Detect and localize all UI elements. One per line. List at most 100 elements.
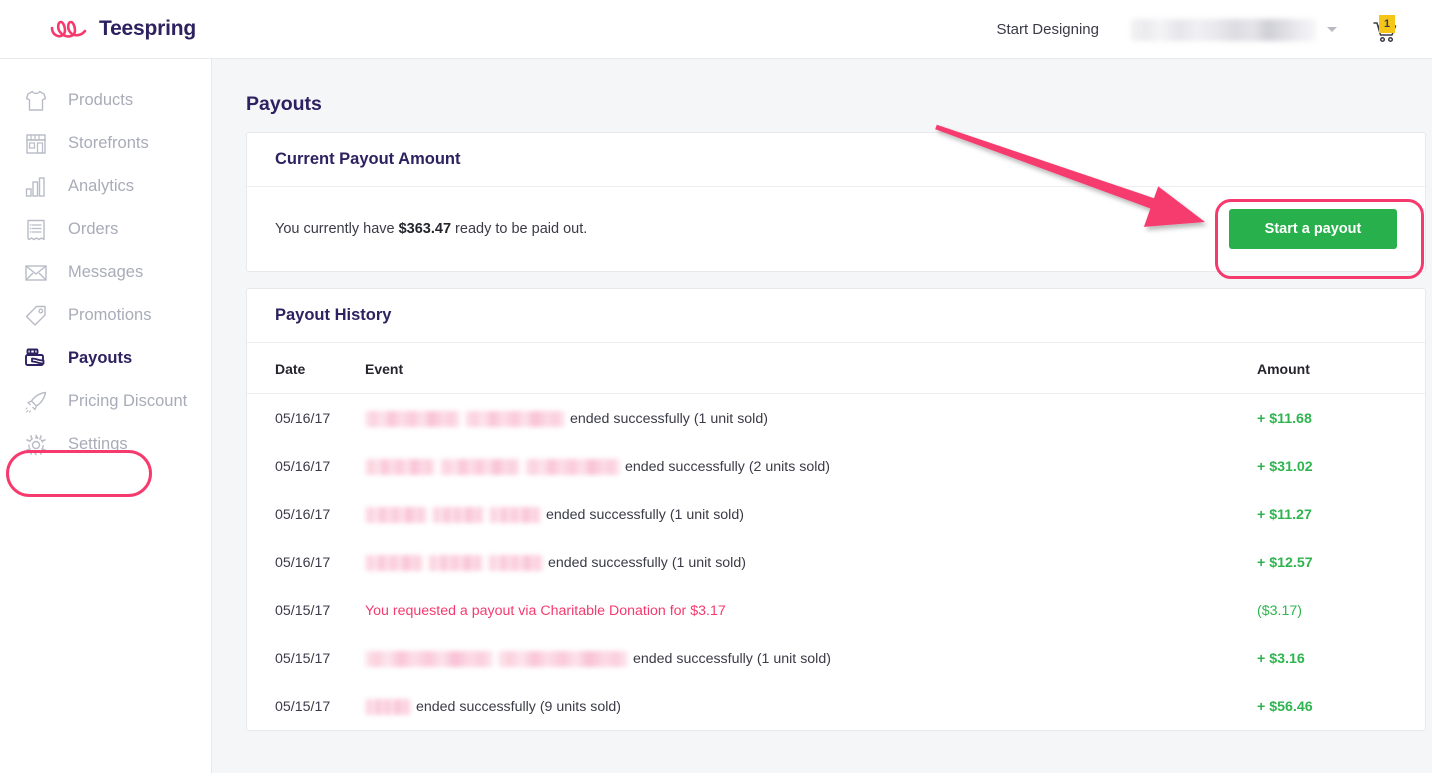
event-line: ended successfully (2 units sold) <box>365 459 1257 475</box>
cell-date: 05/15/17 <box>275 699 331 715</box>
payout-history-card: Payout History Date Event Amount 05/16/1… <box>246 288 1426 731</box>
redacted-campaign-name <box>432 507 484 523</box>
account-name-redacted <box>1131 18 1316 41</box>
sidebar-item-label: Storefronts <box>68 134 149 152</box>
store-icon <box>22 130 49 157</box>
event-line: ended successfully (1 unit sold) <box>365 651 1257 667</box>
start-a-payout-button[interactable]: Start a payout <box>1229 209 1397 249</box>
top-bar-right: Start Designing 1 <box>996 0 1432 59</box>
cell-event: ended successfully (2 units sold) <box>365 442 1257 490</box>
sidebar-item-pricing-discount[interactable]: Pricing Discount <box>0 380 211 423</box>
redacted-campaign-name <box>498 651 628 667</box>
payout-history-table: Date Event Amount 05/16/17 ended successf… <box>247 343 1425 730</box>
current-payout-amount: $363.47 <box>398 221 452 237</box>
redacted-campaign-name <box>365 699 411 715</box>
cell-amount: + $11.68 <box>1257 411 1312 427</box>
column-header-amount: Amount <box>1257 343 1425 394</box>
receipt-icon <box>22 216 49 243</box>
start-designing-link[interactable]: Start Designing <box>996 21 1099 38</box>
sidebar-item-label: Analytics <box>68 177 135 195</box>
cell-amount: + $31.02 <box>1257 459 1313 475</box>
sidebar-item-orders[interactable]: Orders <box>0 208 211 251</box>
event-text: ended successfully (1 unit sold) <box>570 411 768 427</box>
cell-event: You requested a payout via Charitable Do… <box>365 586 1257 634</box>
sidebar-item-analytics[interactable]: Analytics <box>0 165 211 208</box>
event-line: ended successfully (1 unit sold) <box>365 555 1257 571</box>
sidebar-item-label: Pricing Discount <box>68 392 188 410</box>
page-title: Payouts <box>246 93 322 115</box>
gear-icon <box>22 431 49 458</box>
payout-icon <box>22 345 49 372</box>
cell-amount: + $56.46 <box>1257 699 1313 715</box>
sidebar-item-label: Messages <box>68 263 144 281</box>
sidebar-item-products[interactable]: Products <box>0 79 211 122</box>
cell-event: ended successfully (1 unit sold) <box>365 490 1257 538</box>
cell-event: ended successfully (1 unit sold) <box>365 394 1257 443</box>
event-text: ended successfully (1 unit sold) <box>548 555 746 571</box>
column-header-event: Event <box>365 343 1257 394</box>
main-content: Payouts Current Payout Amount You curren… <box>212 59 1432 773</box>
sidebar-item-promotions[interactable]: Promotions <box>0 294 211 337</box>
redacted-campaign-name <box>428 555 483 571</box>
cart-button[interactable]: 1 <box>1371 14 1401 46</box>
event-text: ended successfully (1 unit sold) <box>546 507 744 523</box>
cell-date: 05/16/17 <box>275 411 331 427</box>
event-text: ended successfully (2 units sold) <box>625 459 831 475</box>
account-dropdown[interactable] <box>1131 13 1343 47</box>
sentence-prefix: You currently have <box>275 221 399 237</box>
sidebar-item-storefronts[interactable]: Storefronts <box>0 122 211 165</box>
redacted-campaign-name <box>365 459 435 475</box>
cell-event: ended successfully (1 unit sold) <box>365 634 1257 682</box>
cell-date: 05/16/17 <box>275 555 331 571</box>
table-row: 05/16/17 ended successfully (1 unit sold)… <box>247 490 1425 538</box>
tshirt-icon <box>22 87 49 114</box>
current-payout-sentence: You currently have $363.47 ready to be p… <box>275 221 587 237</box>
cell-amount: + $3.16 <box>1257 651 1305 667</box>
brand-name: Teespring <box>99 17 196 40</box>
sidebar-item-settings[interactable]: Settings <box>0 423 211 466</box>
table-row: 05/16/17 ended successfully (1 unit sold)… <box>247 394 1425 443</box>
sidebar-item-label: Settings <box>68 435 128 453</box>
event-line: ended successfully (9 units sold) <box>365 699 1257 715</box>
sidebar-item-payouts[interactable]: Payouts <box>0 337 211 380</box>
cell-event: ended successfully (1 unit sold) <box>365 538 1257 586</box>
teespring-loop-icon <box>50 20 87 38</box>
event-text: ended successfully (9 units sold) <box>416 699 622 715</box>
sidebar-item-messages[interactable]: Messages <box>0 251 211 294</box>
sidebar-item-label: Orders <box>68 220 119 238</box>
redacted-campaign-name <box>365 651 493 667</box>
payout-history-table-body: 05/16/17 ended successfully (1 unit sold)… <box>247 394 1425 731</box>
table-row: 05/15/17 ended successfully (9 units sold… <box>247 682 1425 730</box>
bar-chart-icon <box>22 173 49 200</box>
table-row: 05/16/17 ended successfully (1 unit sold)… <box>247 538 1425 586</box>
cell-date: 05/15/17 <box>275 651 331 667</box>
event-line: You requested a payout via Charitable Do… <box>365 603 1257 619</box>
redacted-campaign-name <box>365 555 423 571</box>
sidebar-item-label: Payouts <box>68 349 133 367</box>
payout-history-table-head: Date Event Amount <box>247 343 1425 394</box>
sidebar: Products Storefronts Analytics Orders Me… <box>0 59 212 773</box>
redacted-campaign-name <box>440 459 520 475</box>
top-bar: Teespring Start Designing 1 <box>0 0 1432 59</box>
column-header-date: Date <box>247 343 365 394</box>
event-text: ended successfully (1 unit sold) <box>633 651 831 667</box>
envelope-icon <box>22 259 49 286</box>
cart-badge: 1 <box>1379 14 1395 33</box>
current-payout-card-body: You currently have $363.47 ready to be p… <box>247 187 1425 271</box>
cell-amount: + $11.27 <box>1257 507 1312 523</box>
table-row: 05/15/17 ended successfully (1 unit sold)… <box>247 634 1425 682</box>
redacted-campaign-name <box>525 459 620 475</box>
rocket-icon <box>22 388 49 415</box>
sentence-suffix: ready to be paid out. <box>451 221 588 237</box>
redacted-campaign-name <box>489 507 541 523</box>
cell-date: 05/16/17 <box>275 507 331 523</box>
redacted-campaign-name <box>488 555 543 571</box>
cell-event: ended successfully (9 units sold) <box>365 682 1257 730</box>
tag-icon <box>22 302 49 329</box>
event-text[interactable]: You requested a payout via Charitable Do… <box>365 603 726 619</box>
cell-date: 05/15/17 <box>275 603 331 619</box>
current-payout-card: Current Payout Amount You currently have… <box>246 132 1426 272</box>
cell-amount: ($3.17) <box>1257 603 1302 619</box>
payout-history-card-title: Payout History <box>247 289 1425 343</box>
brand-logo[interactable]: Teespring <box>50 17 196 41</box>
